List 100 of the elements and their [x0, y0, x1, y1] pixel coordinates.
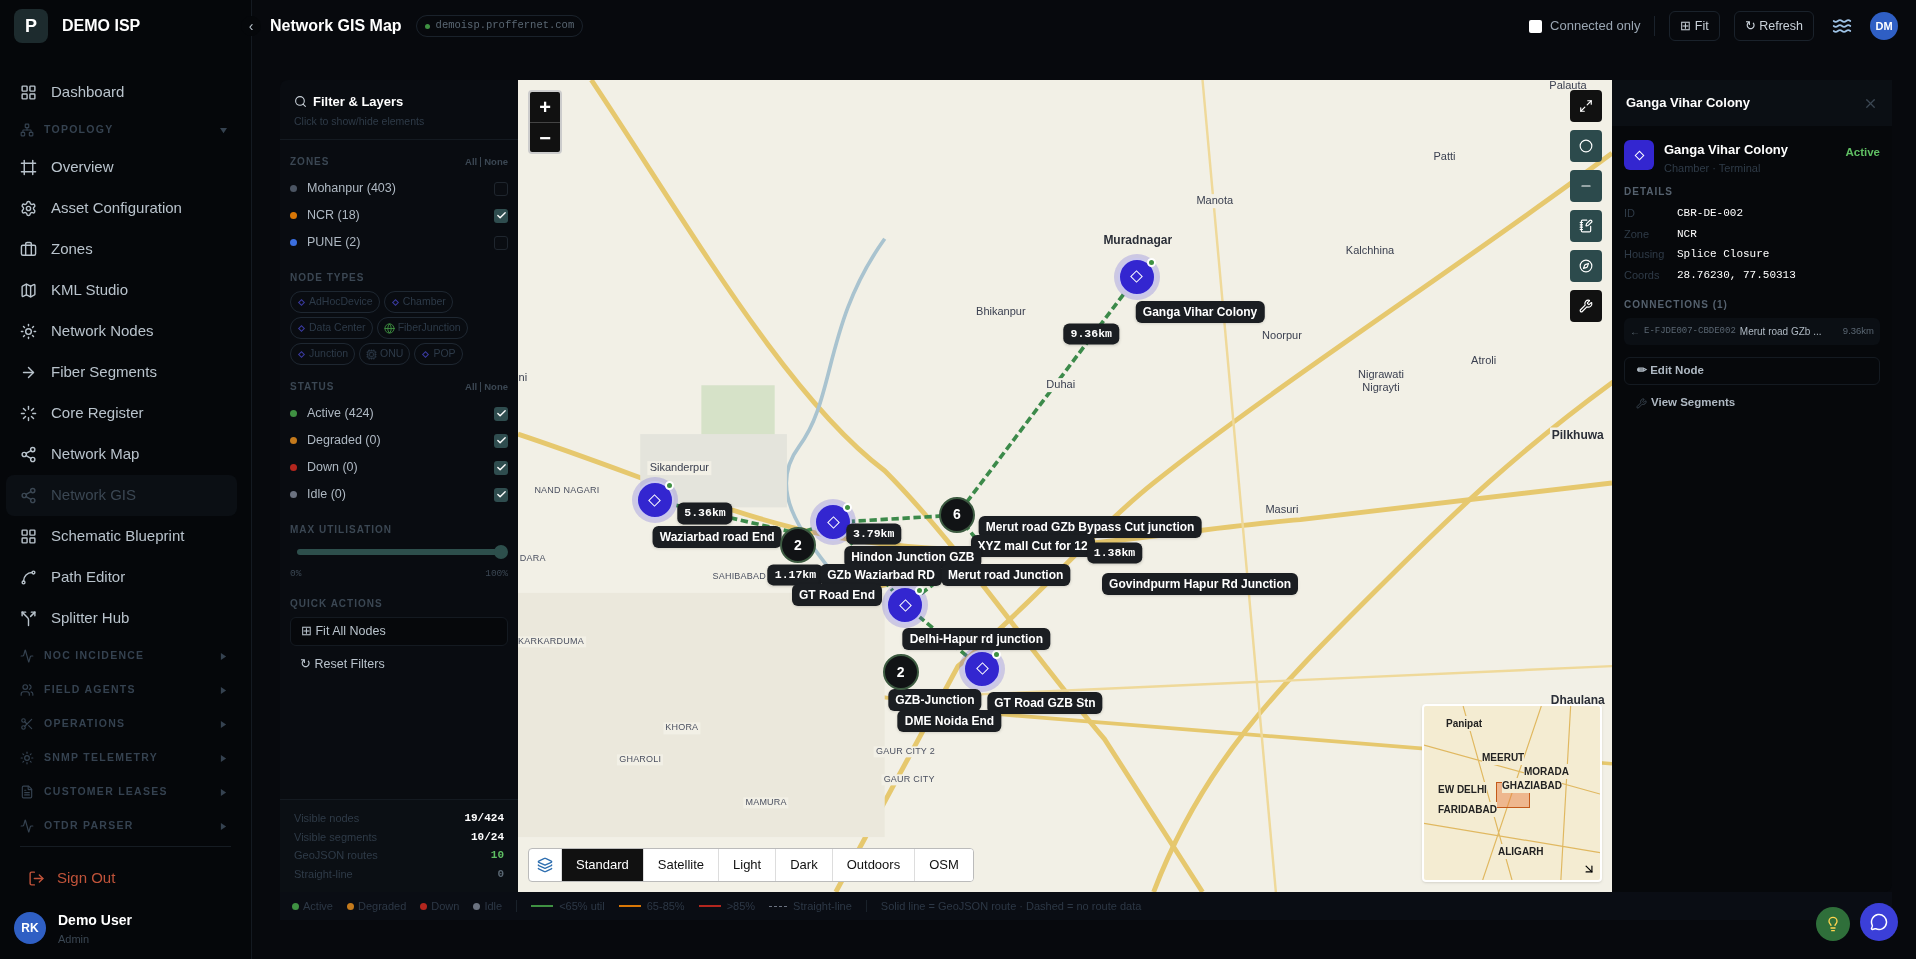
node-name: Ganga Vihar Colony: [1664, 141, 1789, 159]
node-label: Ganga Vihar Colony: [1135, 301, 1265, 323]
compass-icon: [1579, 259, 1593, 273]
zoom-out-button[interactable]: −: [530, 122, 560, 152]
chat-button[interactable]: [1860, 903, 1898, 941]
section-icon: [20, 785, 34, 799]
minimap-place: FARIDABAD: [1438, 802, 1497, 817]
distance-label: 9.36km: [1063, 323, 1119, 345]
distance-label: 3.79km: [846, 523, 902, 545]
checkbox[interactable]: [494, 181, 508, 196]
sign-out-button[interactable]: Sign Out: [28, 867, 251, 890]
section-title: QUICK ACTIONS: [290, 596, 384, 611]
map-tool-button[interactable]: [1570, 250, 1602, 282]
quick-action-button[interactable]: ↻ Reset Filters: [290, 649, 508, 679]
minimap-place: MEERUT: [1482, 750, 1525, 765]
nav-item[interactable]: Fiber Segments: [6, 352, 237, 393]
map-tool-button[interactable]: [1570, 210, 1602, 242]
view-segments-button[interactable]: View Segments: [1624, 389, 1880, 417]
refresh-button[interactable]: ↻ Refresh: [1733, 10, 1814, 42]
nav-item[interactable]: Splitter Hub: [6, 598, 237, 639]
place-name: KARKARDUMA: [518, 636, 586, 648]
chat-icon: [1870, 913, 1888, 931]
map-layer-tab[interactable]: OSM: [914, 849, 973, 881]
nav-item[interactable]: Overview: [6, 147, 237, 188]
map-tool-button[interactable]: [1570, 90, 1602, 122]
wrench-icon: [1636, 397, 1647, 409]
place-name: GHAROLI: [617, 754, 664, 766]
section-title: NODE TYPES: [290, 271, 366, 286]
fit-button[interactable]: ⊞ Fit: [1669, 10, 1720, 42]
brand-logo: P: [14, 9, 48, 43]
map-tool-button[interactable]: [1570, 290, 1602, 322]
distance-label: 5.36km: [677, 502, 733, 525]
place-name: Muradnagar: [1101, 232, 1175, 248]
section-icon: [20, 819, 34, 833]
map-tool-button[interactable]: [1570, 130, 1602, 162]
section-title: ZONES: [290, 155, 331, 170]
user-avatar[interactable]: DM: [1870, 12, 1898, 40]
node-label: Govindpurm Hapur Rd Junction: [1102, 573, 1299, 596]
nav-item[interactable]: Path Editor: [6, 557, 237, 598]
nav-item[interactable]: Network Nodes: [6, 311, 237, 352]
node-type-icon: [1624, 140, 1654, 170]
filter-label: PUNE (2): [307, 234, 362, 252]
section-title: CONNECTIONS (1): [1624, 298, 1729, 312]
slider-max: 100%: [485, 567, 508, 582]
stat-value: 10/24: [471, 829, 504, 845]
checkbox[interactable]: [494, 487, 508, 502]
checkbox[interactable]: [1529, 19, 1543, 33]
wrench-icon: [1579, 299, 1593, 313]
section-icon: [20, 683, 34, 697]
filter-label: Down (0): [307, 459, 359, 477]
tips-button[interactable]: [1816, 907, 1850, 941]
filter-label: Active (424): [307, 405, 375, 423]
nav-icon: [20, 323, 37, 340]
nav-icon: [20, 364, 37, 381]
stat-value: 0: [497, 866, 504, 882]
minimap-place: ALIGARH: [1498, 844, 1544, 859]
checkbox[interactable]: [494, 433, 508, 448]
map-layer-tab[interactable]: Standard: [561, 849, 643, 881]
expand-icon: [1579, 99, 1593, 113]
quick-action-button[interactable]: ⊞ Fit All Nodes: [290, 616, 508, 646]
place-name: Sikanderpur: [647, 461, 711, 476]
place-name: KHORA: [663, 722, 701, 734]
nav-icon: [20, 610, 37, 627]
nav-icon: [20, 84, 37, 101]
nav-item[interactable]: Dashboard: [6, 72, 237, 113]
search-icon: [294, 95, 307, 109]
place-name: Bhikanpur: [974, 305, 1028, 319]
nav-item[interactable]: Zones: [6, 229, 237, 270]
nav-item[interactable]: Core Register: [6, 393, 237, 434]
connected-only-toggle[interactable]: Connected only: [1529, 16, 1641, 36]
minimap[interactable]: Panipat MEERUT MORADA EW DELHI GHAZIABAD FARIDABAD ALIGARH: [1422, 704, 1602, 882]
section-title: STATUS: [290, 380, 336, 395]
nav-item[interactable]: Schematic Blueprint: [6, 516, 237, 557]
detail-value: CBR-DE-002: [1677, 206, 1743, 221]
checkbox[interactable]: [494, 460, 508, 475]
checkbox[interactable]: [494, 235, 508, 250]
section-icon: [20, 123, 34, 137]
nav-item[interactable]: Asset Configuration: [6, 188, 237, 229]
detail-value: 28.76230, 77.50313: [1677, 267, 1796, 283]
node-label: Waziarbad road End: [652, 525, 782, 548]
nav-item[interactable]: KML Studio: [6, 270, 237, 311]
node-label: DME Noida End: [897, 710, 1002, 733]
node-label: GT Road End: [792, 584, 883, 607]
node-label: GT Road GZB Stn: [987, 691, 1103, 714]
zoom-in-button[interactable]: +: [530, 92, 560, 122]
section-icon: [20, 649, 34, 663]
nav-icon: [20, 528, 37, 545]
connection-row[interactable]: ← E-FJDE007-CBDE002 Merut road GZb ... 9.36km: [1624, 318, 1880, 345]
place-name: Noorpur: [1260, 329, 1304, 344]
node-label: Delhi-Hapur rd junction: [902, 628, 1051, 651]
edit-node-button[interactable]: ✏ Edit Node: [1624, 357, 1880, 385]
nav-item[interactable]: Network Map: [6, 434, 237, 475]
filter-label: Mohanpur (403): [307, 180, 397, 198]
checkbox[interactable]: [494, 406, 508, 421]
wave-icon: [1832, 16, 1852, 36]
dashed-line-icon: [769, 905, 788, 907]
logout-icon: [28, 869, 45, 887]
checkbox[interactable]: [494, 208, 508, 223]
stat-value: 19/424: [464, 811, 504, 826]
detail-value: NCR: [1677, 226, 1697, 242]
